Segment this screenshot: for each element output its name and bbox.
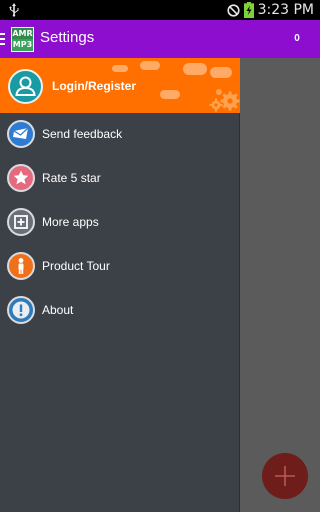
menu-item-label: Rate 5 star	[42, 171, 101, 185]
menu-item-label: More apps	[42, 215, 99, 229]
login-register-link[interactable]: Login/Register	[52, 79, 136, 93]
user-avatar-icon	[15, 76, 36, 96]
cloud-decoration	[183, 63, 207, 75]
add-fab-button[interactable]	[262, 453, 308, 499]
menu-item-product-tour[interactable]: Product Tour	[0, 245, 240, 289]
page-title: Settings	[40, 29, 95, 46]
cloud-decoration	[112, 65, 128, 72]
cloud-decoration	[210, 67, 232, 78]
gear-icon	[209, 89, 240, 112]
app-logo-top-text: AMR	[12, 28, 33, 39]
envelope-icon	[7, 120, 35, 148]
plus-box-icon	[7, 208, 35, 236]
menu-item-label: Send feedback	[42, 127, 123, 141]
main-content	[240, 58, 320, 512]
avatar[interactable]	[8, 69, 43, 104]
menu-item-rate[interactable]: Rate 5 star	[0, 157, 240, 201]
menu-item-label: Product Tour	[42, 259, 110, 273]
battery-charging-icon	[243, 2, 254, 18]
cloud-decoration	[160, 90, 180, 99]
menu-item-more-apps[interactable]: More apps	[0, 201, 240, 245]
drawer-header[interactable]: Login/Register	[0, 58, 240, 113]
hamburger-menu-icon[interactable]	[0, 33, 6, 45]
cloud-decoration	[140, 61, 160, 70]
status-time: 3:23 PM	[257, 2, 314, 18]
menu-item-send-feedback[interactable]: Send feedback	[0, 113, 240, 157]
info-icon	[7, 296, 35, 324]
status-bar: 3:23 PM	[0, 0, 320, 20]
navigation-drawer: Login/Register Send feedback Rate 5 star…	[0, 58, 240, 512]
usb-icon	[9, 3, 19, 17]
plus-icon	[275, 466, 295, 486]
app-logo[interactable]: AMR MP3	[11, 27, 34, 52]
star-icon	[7, 164, 35, 192]
app-logo-bottom-text: MP3	[12, 40, 33, 49]
menu-item-label: About	[42, 303, 74, 317]
menu-item-about[interactable]: About	[0, 289, 240, 333]
person-icon	[7, 252, 35, 280]
app-bar: AMR MP3 Settings 0	[0, 20, 320, 58]
notification-badge[interactable]: 0	[286, 33, 308, 44]
do-not-disturb-icon	[226, 3, 240, 17]
